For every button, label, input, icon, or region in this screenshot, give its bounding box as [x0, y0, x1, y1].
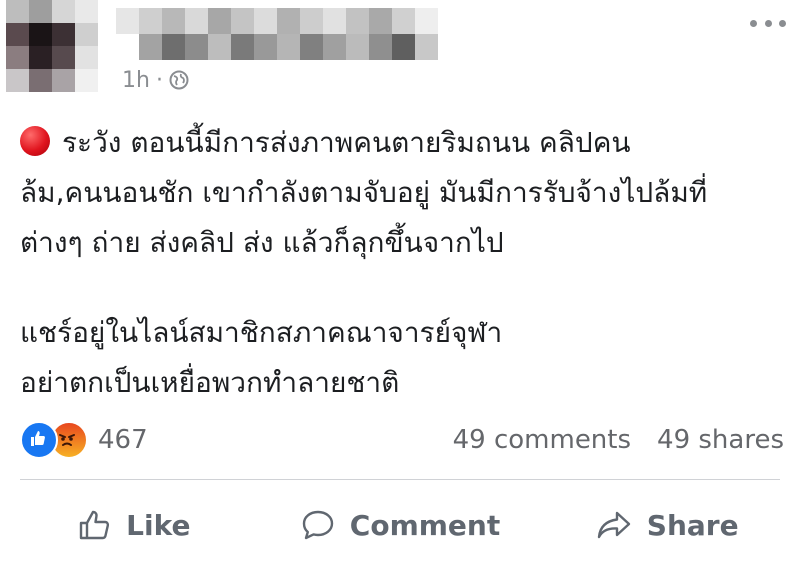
reactions-summary[interactable]: 467	[20, 418, 148, 462]
speech-bubble-icon	[300, 507, 336, 543]
red-circle-icon	[20, 126, 50, 156]
comment-button[interactable]: Comment	[267, 507, 534, 543]
engagement-counts: 49 comments 49 shares	[453, 418, 784, 462]
reaction-count: 467	[98, 425, 148, 455]
more-horizontal-icon[interactable]	[750, 16, 786, 30]
post-line: แชร์อยู่ในไลน์สมาชิกสภาคณาจารย์จุฬา	[20, 316, 503, 349]
post-meta: 1h ·	[122, 66, 189, 94]
avatar[interactable]	[6, 0, 98, 92]
thumbs-up-icon	[76, 507, 112, 543]
share-label: Share	[646, 508, 739, 542]
comment-label: Comment	[349, 508, 501, 542]
post-line: ระวัง ตอนนี้มีการส่งภาพคนตายริมถนน คลิปค…	[20, 118, 790, 168]
like-reaction-icon	[20, 421, 58, 459]
like-button[interactable]: Like	[0, 507, 267, 543]
action-bar: Like Comment Share	[0, 490, 800, 560]
author-name-blurred[interactable]	[116, 8, 438, 60]
comments-count[interactable]: 49 comments	[453, 425, 631, 455]
post-header: 1h ·	[0, 0, 800, 100]
divider	[20, 479, 780, 480]
post-body: ระวัง ตอนนี้มีการส่งภาพคนตายริมถนน คลิปค…	[20, 118, 790, 408]
share-button[interactable]: Share	[533, 507, 800, 543]
meta-separator: ·	[155, 67, 163, 93]
like-label: Like	[126, 508, 191, 542]
post-line: ต่างๆ ถ่าย ส่งคลิป ส่ง แล้วก็ลุกขึ้นจากไ…	[20, 226, 504, 259]
post-line: ล้ม,คนนอนชัก เขากำลังตามจับอยู่ มันมีการ…	[20, 176, 708, 209]
post-line: อย่าตกเป็นเหยื่อพวกทำลายชาติ	[20, 366, 400, 399]
globe-icon	[169, 70, 189, 90]
post-time[interactable]: 1h	[122, 68, 150, 93]
share-arrow-icon	[595, 507, 633, 543]
shares-count[interactable]: 49 shares	[657, 425, 784, 455]
